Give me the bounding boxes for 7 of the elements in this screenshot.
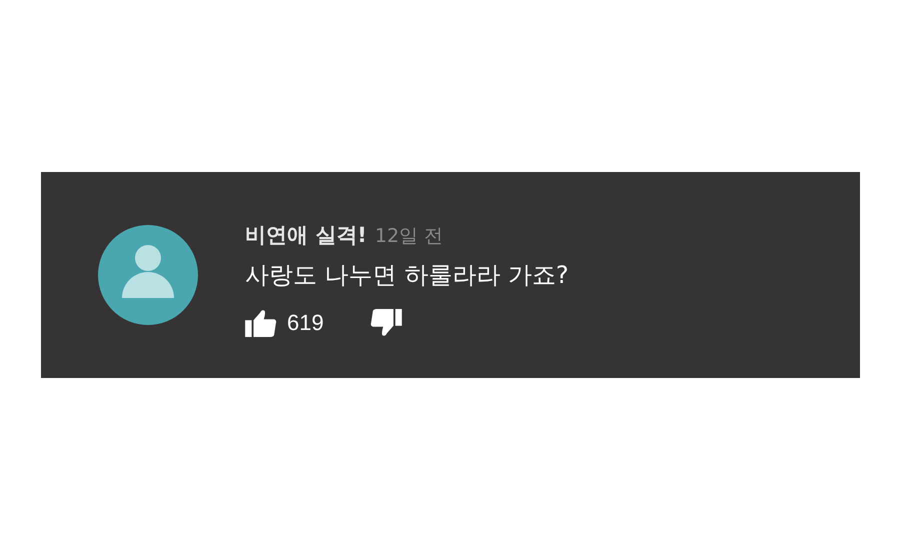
avatar-icon bbox=[98, 225, 198, 325]
thumbs-down-icon[interactable] bbox=[370, 309, 402, 337]
like-count: 619 bbox=[287, 310, 324, 336]
comment-time: 12일 전 bbox=[374, 224, 444, 249]
comment-text: 사랑도 나누면 하룰라라 가죠? bbox=[245, 260, 569, 291]
author-name[interactable]: 비연애 실격! bbox=[245, 221, 367, 249]
thumbs-up-icon[interactable] bbox=[245, 309, 277, 337]
